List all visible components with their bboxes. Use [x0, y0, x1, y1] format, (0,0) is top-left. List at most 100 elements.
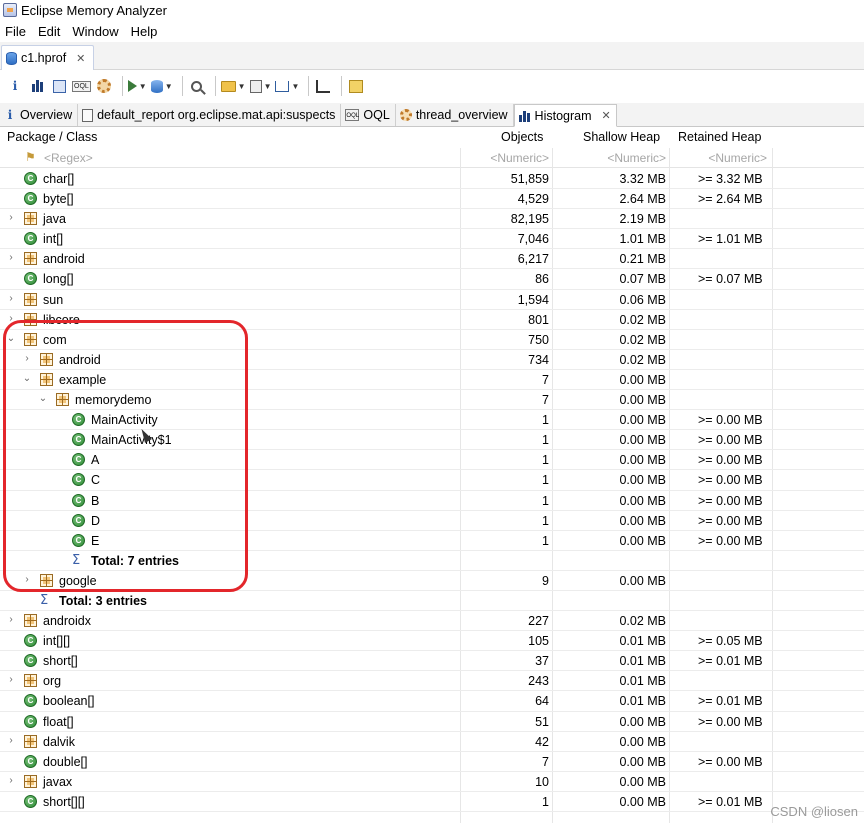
tab-thread-overview[interactable]: thread_overview	[396, 104, 514, 126]
search-icon	[191, 80, 203, 92]
shallow-heap-cell: 1.01 MB	[619, 232, 666, 247]
table-row[interactable]: › javax 10 0.00 MB	[0, 772, 864, 792]
overview-button[interactable]: i	[6, 75, 24, 97]
table-row[interactable]: › java 82,195 2.19 MB	[0, 209, 864, 230]
table-row[interactable]: Cdouble[] 7 0.00 MB >= 0.00 MB	[0, 752, 864, 772]
retained-filter-input[interactable]: <Numeric>	[708, 151, 767, 165]
histogram-button[interactable]	[28, 75, 46, 97]
table-row[interactable]: Cint[][] 105 0.01 MB >= 0.05 MB	[0, 631, 864, 652]
table-row[interactable]: › android 6,217 0.21 MB	[0, 249, 864, 270]
row-name: char[]	[43, 172, 75, 186]
table-row[interactable]: C C 1 0.00 MB >= 0.00 MB	[0, 470, 864, 491]
table-row[interactable]: › android 734 0.02 MB	[0, 350, 864, 370]
expand-chevron-icon[interactable]: ›	[6, 735, 16, 746]
table-row[interactable]: ⌄ com 750 0.02 MB	[0, 330, 864, 350]
expand-chevron-icon[interactable]: ›	[6, 775, 16, 786]
tab-oql[interactable]: OQL OQL	[341, 104, 396, 126]
expand-chevron-icon[interactable]: ›	[6, 293, 16, 304]
tab-overview[interactable]: i Overview	[0, 104, 79, 126]
table-row[interactable]: ⌄ memorydemo 7 0.00 MB	[0, 390, 864, 411]
regex-filter-input[interactable]: <Regex>	[44, 151, 93, 165]
row-name: google	[59, 573, 97, 588]
run-report-button[interactable]: ▼	[127, 75, 147, 97]
menu-file[interactable]: File	[0, 24, 33, 39]
class-icon: C	[24, 272, 37, 286]
package-icon	[24, 774, 37, 788]
table-row[interactable]: ⌄ example 7 0.00 MB	[0, 370, 864, 391]
menu-window[interactable]: Window	[67, 24, 125, 39]
class-icon: C	[24, 232, 37, 246]
table-row[interactable]: › org 243 0.01 MB	[0, 671, 864, 692]
table-row[interactable]: › androidx 227 0.02 MB	[0, 611, 864, 632]
table-row[interactable]: Cfloat[] 51 0.00 MB >= 0.00 MB	[0, 712, 864, 732]
table-row[interactable]: C A 1 0.00 MB >= 0.00 MB	[0, 450, 864, 471]
editor-tab-c1-hprof[interactable]: c1.hprof ✕	[1, 45, 95, 70]
oql-button[interactable]: OQL	[72, 75, 91, 97]
objects-cell: 1	[542, 413, 549, 428]
objects-cell: 227	[528, 614, 549, 629]
table-row[interactable]: C B 1 0.00 MB >= 0.00 MB	[0, 491, 864, 511]
expand-chevron-icon[interactable]: ›	[6, 614, 16, 625]
table-row[interactable]: › sun 1,594 0.06 MB	[0, 290, 864, 310]
expand-chevron-icon[interactable]: ›	[6, 212, 16, 223]
close-icon[interactable]: ✕	[602, 109, 611, 122]
run-report-icon	[127, 80, 137, 92]
column-header-objects[interactable]: Objects	[501, 130, 543, 144]
menu-edit[interactable]: Edit	[33, 24, 67, 39]
objects-filter-input[interactable]: <Numeric>	[490, 151, 549, 165]
expand-chevron-icon[interactable]: ›	[6, 674, 16, 685]
calculate-retained-button[interactable]: ▼	[249, 75, 271, 97]
collapse-chevron-icon[interactable]: ⌄	[22, 373, 32, 384]
heap-dump-icon	[150, 79, 163, 93]
histogram-icon	[518, 110, 531, 122]
search-button[interactable]	[188, 75, 206, 97]
thread-overview-button[interactable]	[95, 75, 113, 97]
expand-chevron-icon[interactable]: ›	[22, 574, 32, 585]
group-by-button[interactable]: ▼	[220, 75, 246, 97]
menu-help[interactable]: Help	[126, 24, 165, 39]
table-row[interactable]: Cchar[] 51,859 3.32 MB >= 3.32 MB	[0, 169, 864, 190]
tab-histogram[interactable]: Histogram ✕	[513, 104, 617, 127]
compare-button[interactable]	[314, 75, 332, 97]
table-row[interactable]: › dalvik 42 0.00 MB	[0, 732, 864, 752]
table-row[interactable]: Clong[] 86 0.07 MB >= 0.07 MB	[0, 269, 864, 290]
table-row[interactable]: Cshort[][] 1 0.00 MB >= 0.01 MB	[0, 792, 864, 812]
export-button[interactable]: ▼	[275, 75, 299, 97]
close-icon[interactable]: ✕	[76, 52, 85, 65]
extras-button[interactable]	[347, 75, 365, 97]
table-row[interactable]: Cbyte[] 4,529 2.64 MB >= 2.64 MB	[0, 189, 864, 210]
table-row[interactable]: Cint[] 7,046 1.01 MB >= 1.01 MB	[0, 229, 864, 250]
dropdown-arrow-icon: ▼	[164, 81, 173, 91]
total-row[interactable]: Σ Total: 3 entries	[0, 591, 864, 612]
expand-chevron-icon[interactable]: ›	[6, 313, 16, 324]
expand-chevron-icon[interactable]: ›	[6, 252, 16, 263]
shallow-heap-cell: 0.06 MB	[619, 292, 666, 307]
collapse-chevron-icon[interactable]: ⌄	[38, 393, 48, 404]
total-row[interactable]: Σ Total: 7 entries	[0, 551, 864, 571]
table-row[interactable]: C MainActivity$1 1 0.00 MB >= 0.00 MB	[0, 430, 864, 451]
heap-dump-button[interactable]: ▼	[150, 75, 173, 97]
expand-chevron-icon[interactable]: ›	[22, 353, 32, 364]
table-row[interactable]: › libcore 801 0.02 MB	[0, 310, 864, 330]
dominator-tree-icon	[52, 79, 66, 93]
column-header-shallow-heap[interactable]: Shallow Heap	[583, 130, 660, 144]
table-row[interactable]: › google 9 0.00 MB	[0, 571, 864, 591]
package-icon	[56, 393, 69, 407]
regex-filter-icon: ⚑	[25, 150, 36, 164]
objects-cell: 51,859	[510, 172, 549, 186]
dominator-tree-button[interactable]	[50, 75, 68, 97]
column-header-retained-heap[interactable]: Retained Heap	[678, 130, 761, 144]
tab-default-report[interactable]: default_report org.eclipse.mat.api:suspe…	[78, 104, 342, 126]
table-row[interactable]: Cboolean[] 64 0.01 MB >= 0.01 MB	[0, 691, 864, 712]
table-row[interactable]: C E 1 0.00 MB >= 0.00 MB	[0, 531, 864, 551]
column-header-package-class[interactable]: Package / Class	[7, 130, 97, 144]
table-row[interactable]: C MainActivity 1 0.00 MB >= 0.00 MB	[0, 410, 864, 431]
table-row[interactable]: C D 1 0.00 MB >= 0.00 MB	[0, 511, 864, 531]
collapse-chevron-icon[interactable]: ⌄	[6, 333, 16, 344]
shallow-filter-input[interactable]: <Numeric>	[607, 151, 666, 165]
shallow-heap-cell: 0.00 MB	[619, 794, 666, 809]
objects-cell: 51	[535, 714, 549, 729]
package-icon	[24, 674, 37, 688]
histogram-table-body: Cchar[] 51,859 3.32 MB >= 3.32 MB Cbyte[] 4,5…	[0, 169, 864, 812]
table-row[interactable]: Cshort[] 37 0.01 MB >= 0.01 MB	[0, 651, 864, 672]
